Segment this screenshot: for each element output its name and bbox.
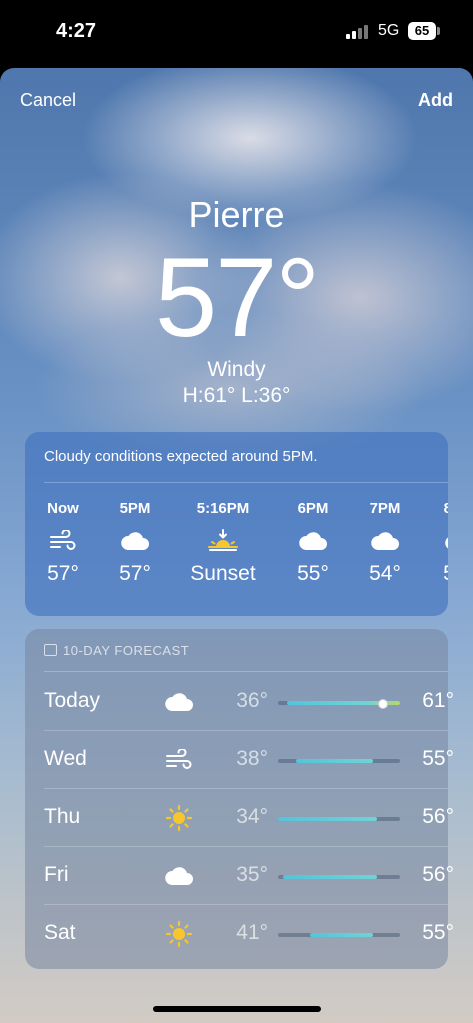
temperature-range-fill [282,875,378,879]
divider [44,482,448,483]
home-indicator [153,1006,321,1012]
forecast-low: 35° [236,863,268,886]
forecast-row[interactable]: Fri 35° 56° [44,847,454,905]
status-bar: 4:27 5G 65 [0,0,473,64]
forecast-high: 55° [422,747,454,770]
hourly-value: 55° [297,562,329,585]
forecast-row[interactable]: Sat 41° 55° [44,905,454,963]
forecast-high: 55° [422,921,454,944]
current-temperature: 57° [154,235,320,360]
temperature-range-bar [278,759,400,763]
hourly-item: Now 57° [25,500,101,586]
hourly-time: Now [47,500,79,517]
hourly-summary: Cloudy conditions expected around 5PM. [44,448,318,465]
forecast-day: Thu [44,805,81,828]
forecast-day: Wed [44,747,87,770]
forecast-day: Today [44,689,101,712]
forecast-high: 61° [422,689,454,712]
hourly-time: 7PM [369,500,401,517]
hourly-item: 5:16PM Sunset [185,500,261,586]
hourly-time: 5PM [119,500,151,517]
forecast-low: 36° [236,689,268,712]
divider [44,671,448,672]
hourly-value: 57° [47,562,79,585]
current-condition: Windy [207,358,266,381]
status-time: 4:27 [56,20,97,42]
city-name: Pierre [188,194,285,235]
sunset-icon [185,522,261,560]
wind-icon [25,522,101,560]
forecast-high: 56° [422,863,454,886]
cloud-icon [421,522,448,560]
hourly-time: 6PM [297,500,329,517]
hourly-item: 6PM 55° [275,500,351,586]
forecast-day: Sat [44,921,76,944]
cellular-signal-icon [346,25,370,39]
hourly-value: Sunset [190,562,256,585]
forecast-day: Fri [44,863,69,886]
hourly-time: 8PM [443,500,448,517]
forecast-low: 34° [236,805,268,828]
hourly-item: 5PM 57° [97,500,173,586]
temperature-range-fill [309,933,373,937]
forecast-low: 38° [236,747,268,770]
forecast-row[interactable]: Thu 34° 56° [44,789,454,847]
cancel-button[interactable]: Cancel [20,90,76,111]
temperature-range-fill [278,817,378,821]
cloud-icon [347,522,423,560]
network-type: 5G [378,22,400,39]
wind-icon [162,743,196,777]
high-low: H:61° L:36° [182,384,291,407]
forecast-high: 56° [422,805,454,828]
cloud-icon [275,522,351,560]
battery-icon: 65 [408,22,436,40]
hourly-time: 5:16PM [196,500,250,517]
sun-icon [162,801,196,835]
hourly-value: 53° [421,562,448,586]
hourly-forecast-card[interactable]: Cloudy conditions expected around 5PM. N… [25,432,448,616]
temperature-range-bar [278,699,400,709]
add-button[interactable]: Add [418,90,453,111]
ten-day-forecast-card[interactable]: 10-DAY FORECAST Today 36° 61° Wed 38° 55° Thu 3… [25,629,454,969]
current-temp-dot [377,699,388,709]
hourly-item: 7PM 54° [347,500,423,586]
battery-tip [437,27,440,35]
hourly-item: 8PM 53° [421,500,448,586]
cloud-icon [97,522,173,560]
temperature-range-bar [278,817,400,821]
forecast-header: 10-DAY FORECAST [44,643,189,658]
hourly-value: 57° [119,562,151,585]
forecast-row[interactable]: Today 36° 61° [44,673,454,731]
hourly-value: 54° [369,562,401,585]
cloud-icon [162,859,196,893]
temperature-range-bar [278,933,400,937]
forecast-row[interactable]: Wed 38° 55° [44,731,454,789]
calendar-icon [44,644,57,656]
sun-icon [162,917,196,951]
forecast-low: 41° [236,921,268,944]
hourly-scroll[interactable]: Now 57° 5PM 57° 5:16PM Sunset 6PM 55° 7PM 54° 8PM 5… [25,500,448,610]
cloud-icon [162,685,196,719]
forecast-header-label: 10-DAY FORECAST [63,643,190,658]
temperature-range-fill [296,759,373,763]
temperature-range-bar [278,875,400,879]
